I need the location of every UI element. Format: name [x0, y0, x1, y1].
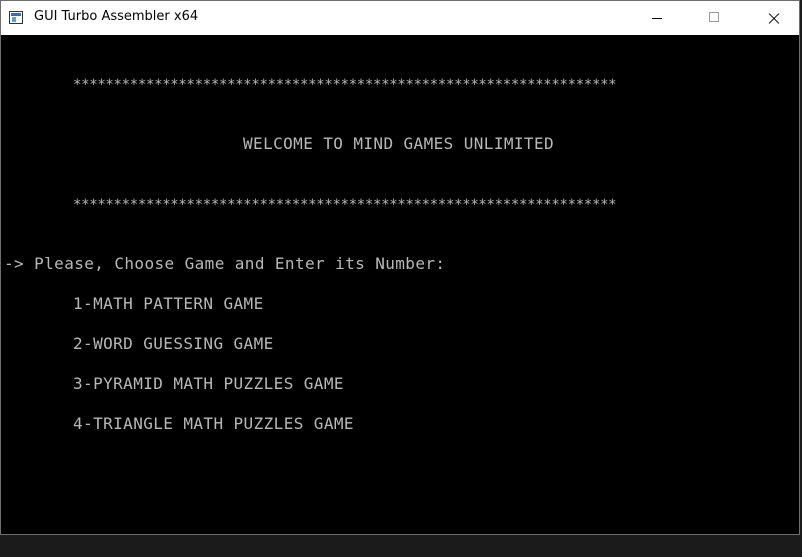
game-prompt: -> Please, Choose Game and Enter its Num…: [4, 254, 446, 273]
welcome-heading: WELCOME TO MIND GAMES UNLIMITED: [243, 134, 555, 153]
stars-divider-top: ****************************************…: [73, 77, 617, 93]
minimize-icon[interactable]: [635, 1, 681, 35]
close-icon[interactable]: [749, 1, 795, 35]
taskbar-edge: [0, 535, 802, 557]
menu-option-word-guessing: 2-WORD GUESSING GAME: [73, 334, 274, 353]
maximize-icon[interactable]: [691, 1, 737, 35]
console-output[interactable]: ****************************************…: [1, 35, 799, 534]
menu-option-math-pattern: 1-MATH PATTERN GAME: [73, 294, 264, 313]
menu-option-pyramid-math: 3-PYRAMID MATH PUZZLES GAME: [73, 374, 344, 393]
app-window-icon[interactable]: [9, 11, 23, 24]
menu-option-triangle-math: 4-TRIANGLE MATH PUZZLES GAME: [73, 414, 354, 433]
title-bar[interactable]: GUI Turbo Assembler x64: [1, 1, 799, 35]
window-title: GUI Turbo Assembler x64: [34, 9, 199, 24]
app-window: GUI Turbo Assembler x64 ****************…: [0, 0, 800, 535]
stars-divider-bottom: ****************************************…: [73, 197, 617, 213]
